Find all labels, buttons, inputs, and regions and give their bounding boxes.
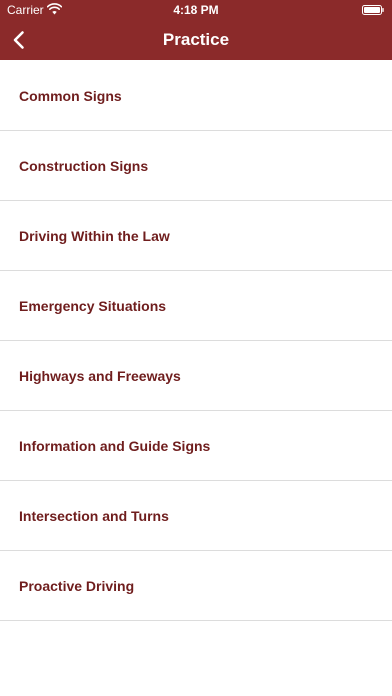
list-item-label: Construction Signs	[19, 157, 149, 174]
clock: 4:18 PM	[173, 3, 219, 17]
list-item-driving-within-the-law[interactable]: Driving Within the Law	[0, 201, 392, 271]
list-item-label: Highways and Freeways	[19, 367, 181, 384]
list-item-information-and-guide-signs[interactable]: Information and Guide Signs	[0, 411, 392, 481]
list-item-label: Proactive Driving	[19, 577, 135, 594]
list-item-label: Information and Guide Signs	[19, 437, 211, 454]
list-item-proactive-driving[interactable]: Proactive Driving	[0, 551, 392, 621]
list-item-label: Intersection and Turns	[19, 507, 169, 524]
list-item-label: Driving Within the Law	[19, 227, 170, 244]
battery-icon	[362, 5, 384, 15]
header-bar: Carrier 4:18 PM Practice	[0, 0, 392, 60]
list-item-construction-signs[interactable]: Construction Signs	[0, 131, 392, 201]
list-item-label: Emergency Situations	[19, 297, 167, 314]
list-item-label: Common Signs	[19, 87, 122, 104]
list-item-highways-and-freeways[interactable]: Highways and Freeways	[0, 341, 392, 411]
practice-list: Common Signs Construction Signs Driving …	[0, 61, 392, 621]
list-item-emergency-situations[interactable]: Emergency Situations	[0, 271, 392, 341]
page-title: Practice	[162, 30, 230, 49]
navigation-bar: Practice	[0, 20, 392, 60]
list-item-intersection-and-turns[interactable]: Intersection and Turns	[0, 481, 392, 551]
list-item-common-signs[interactable]: Common Signs	[0, 61, 392, 131]
status-bar: Carrier 4:18 PM	[0, 0, 392, 20]
